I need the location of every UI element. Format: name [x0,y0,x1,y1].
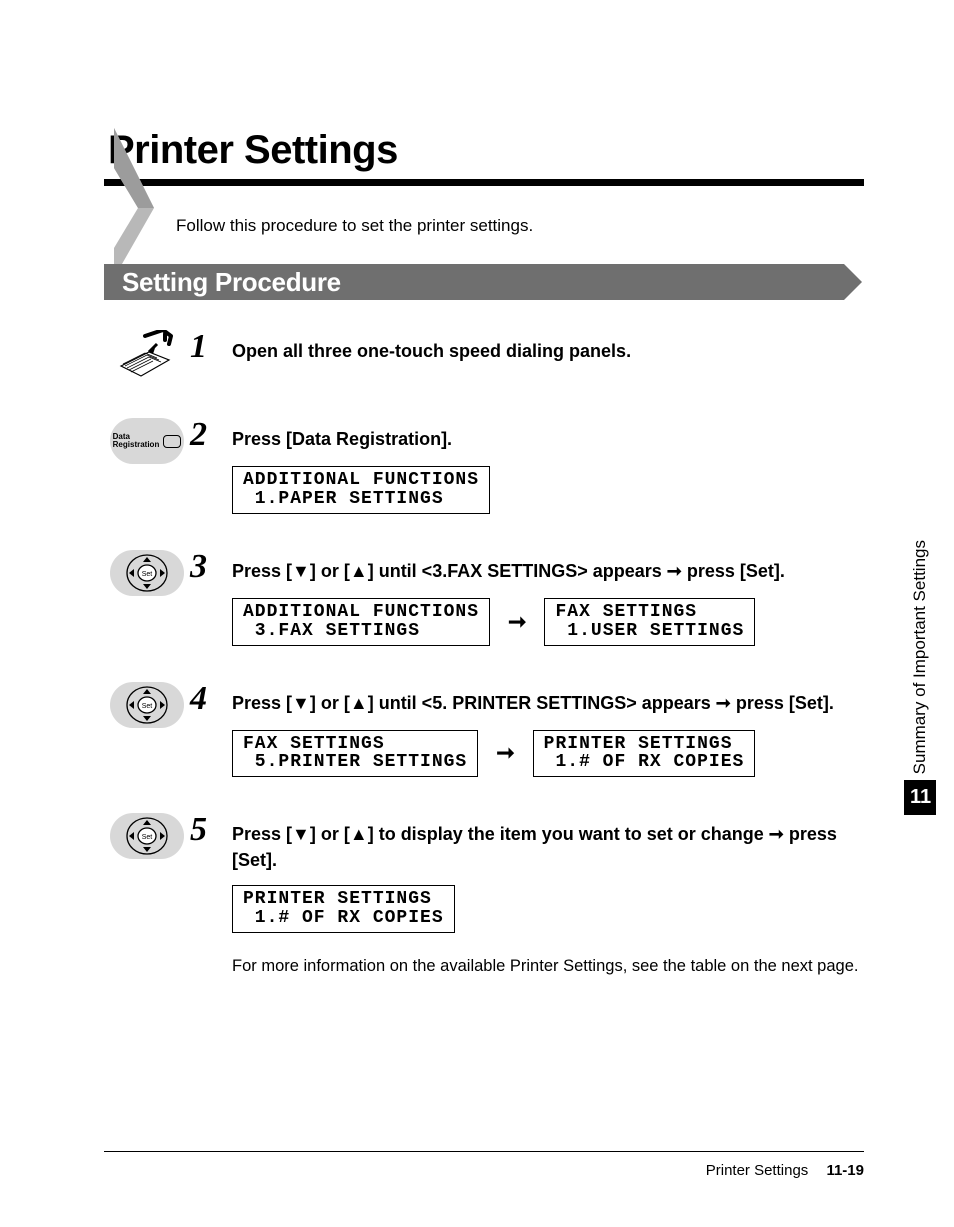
step-instruction: Press [▼] or [▲] until <5. PRINTER SETTI… [232,691,864,716]
footer-page-number: 11-19 [826,1162,864,1179]
panel-open-icon [115,330,179,382]
set-navigation-button-icon: Set [110,550,184,596]
step-instruction: Press [Data Registration]. [232,427,864,452]
lcd-display: ADDITIONAL FUNCTIONS 3.FAX SETTINGS [232,598,490,646]
step-instruction: Open all three one-touch speed dialing p… [232,339,864,364]
title-rule [104,179,864,186]
svg-text:Set: Set [142,834,153,841]
up-arrow-icon: ▲ [350,824,368,844]
up-arrow-icon: ▲ [350,561,368,581]
right-arrow-icon: ➞ [769,824,784,844]
section-banner: Setting Procedure [104,264,864,300]
intro-text: Follow this procedure to set the printer… [176,216,864,236]
set-navigation-button-icon: Set [110,682,184,728]
step-number: 3 [190,548,218,586]
up-arrow-icon: ▲ [350,693,368,713]
step-note: For more information on the available Pr… [232,955,864,978]
step-3: Set 3 Press [▼] or [▲] until <3.FAX SETT… [104,548,864,646]
set-navigation-button-icon: Set [110,813,184,859]
right-arrow-icon: ➞ [716,693,731,713]
step-1: 1 Open all three one-touch speed dialing… [104,328,864,382]
step-number: 2 [190,416,218,454]
side-tab: Summary of Important Settings 11 [904,540,936,815]
page-title: Printer Settings [108,128,864,173]
down-arrow-icon: ▼ [292,693,310,713]
svg-text:Set: Set [142,571,153,578]
step-number: 1 [190,328,218,366]
step-instruction: Press [▼] or [▲] to display the item you… [232,822,864,872]
lcd-display: FAX SETTINGS 5.PRINTER SETTINGS [232,730,478,778]
data-registration-button-icon: Data Registration [110,418,184,464]
step-5: Set 5 Press [▼] or [▲] to display the it… [104,811,864,977]
step-number: 5 [190,811,218,849]
svg-text:Set: Set [142,703,153,710]
page-footer: Printer Settings 11-19 [104,1151,864,1179]
section-heading: Setting Procedure [122,267,341,298]
side-label: Summary of Important Settings [910,540,930,774]
lcd-display: FAX SETTINGS 1.USER SETTINGS [544,598,755,646]
step-4: Set 4 Press [▼] or [▲] until <5. PRINTER… [104,680,864,778]
flow-arrow-icon: ➞ [508,609,526,635]
chapter-number: 11 [904,780,936,815]
page-header: Printer Settings [104,128,864,186]
down-arrow-icon: ▼ [292,824,310,844]
step-number: 4 [190,680,218,718]
lcd-display: ADDITIONAL FUNCTIONS 1.PAPER SETTINGS [232,466,490,514]
step-instruction: Press [▼] or [▲] until <3.FAX SETTINGS> … [232,559,864,584]
right-arrow-icon: ➞ [667,561,682,581]
footer-section: Printer Settings [706,1162,809,1179]
step-2: Data Registration 2 Press [Data Registra… [104,416,864,514]
down-arrow-icon: ▼ [292,561,310,581]
flow-arrow-icon: ➞ [496,740,514,766]
lcd-display: PRINTER SETTINGS 1.# OF RX COPIES [232,885,455,933]
lcd-display: PRINTER SETTINGS 1.# OF RX COPIES [533,730,756,778]
